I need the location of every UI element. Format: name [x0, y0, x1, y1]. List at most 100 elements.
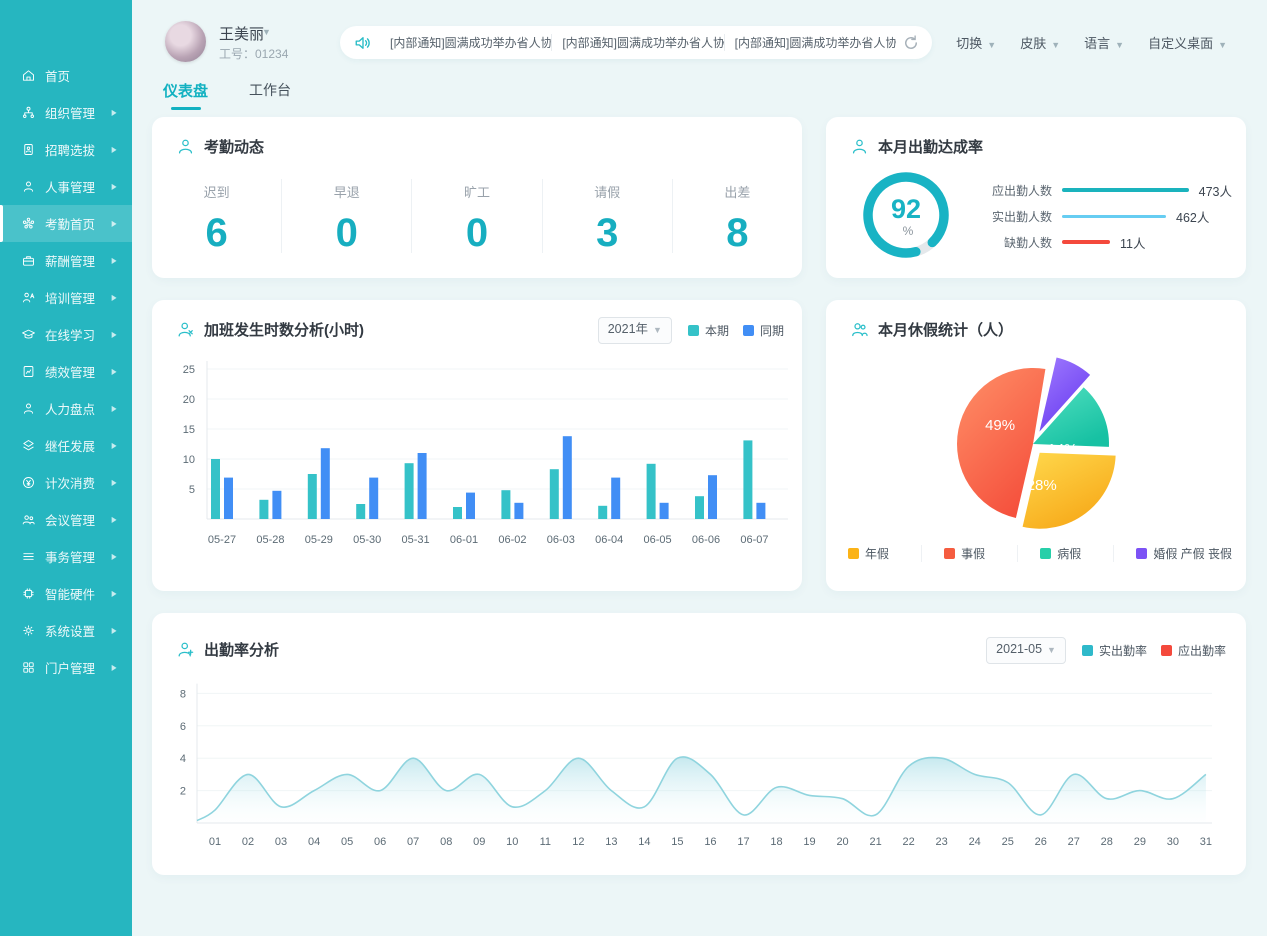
attendance-gauge-chart: 92%	[858, 167, 954, 263]
user-icon	[850, 137, 869, 156]
chevron-right-icon: ▶	[112, 626, 117, 635]
sidebar-item-label: 组织管理	[45, 103, 95, 122]
sidebar-item-11[interactable]: 继任发展▶	[0, 427, 132, 464]
rate-bar	[1062, 240, 1110, 244]
notice-item-3[interactable]: [内部通知]圆满成功举办省人协会员...	[724, 34, 896, 51]
chevron-down-icon: ▼	[1218, 40, 1227, 50]
legend-2[interactable]: 事假	[921, 545, 1017, 562]
svg-text:28: 28	[1101, 836, 1113, 848]
legend-实出勤率[interactable]: 实出勤率	[1082, 642, 1147, 659]
chevron-down-icon: ▼	[1051, 40, 1060, 50]
svg-text:05-28: 05-28	[256, 534, 284, 546]
sidebar-item-14[interactable]: 事务管理 ▶	[0, 538, 132, 575]
sidebar-item-9[interactable]: 绩效管理▶	[0, 353, 132, 390]
sidebar-item-4[interactable]: 人事管理 ▶	[0, 168, 132, 205]
sidebar-item-label: 薪酬管理	[45, 251, 95, 270]
chevron-right-icon: ▶	[112, 182, 117, 191]
chevron-right-icon: ▶	[112, 552, 117, 561]
rate-row-3: 缺勤人数 11人	[986, 229, 1232, 255]
header-menu-4[interactable]: 自定义桌面▼	[1148, 33, 1227, 52]
performance-icon	[21, 364, 36, 379]
tab-dashboard[interactable]: 仪表盘	[163, 80, 208, 110]
sidebar-item-label: 事务管理	[45, 547, 95, 566]
sidebar-item-15[interactable]: 智能硬件 ▶	[0, 575, 132, 612]
card-title: 本月休假统计（人）	[850, 319, 1013, 340]
home-icon	[21, 68, 36, 83]
user-id: 工号：01234	[219, 45, 288, 62]
sidebar-item-12[interactable]: 计次消费▶	[0, 464, 132, 501]
rate-bar	[1062, 215, 1166, 218]
gear-icon	[21, 623, 36, 638]
users-icon	[850, 320, 869, 339]
stat-label: 请假	[543, 182, 672, 201]
sidebar-item-10[interactable]: 人力盘点▶	[0, 390, 132, 427]
header-menu-2[interactable]: 皮肤▼	[1020, 33, 1060, 52]
chevron-down-icon: ▼	[1047, 645, 1056, 655]
chip-icon	[21, 586, 36, 601]
card-title-text: 本月休假统计（人）	[878, 319, 1013, 340]
svg-text:05-30: 05-30	[353, 534, 381, 546]
chevron-down-icon: ▼	[1115, 40, 1124, 50]
legend-3[interactable]: 病假	[1017, 545, 1113, 562]
sidebar-item-8[interactable]: 在线学习▶	[0, 316, 132, 353]
svg-text:06-02: 06-02	[498, 534, 526, 546]
sidebar-item-1[interactable]: 首页	[0, 57, 132, 94]
card-title: 考勤动态	[176, 136, 264, 157]
year-select[interactable]: 2021年▼	[598, 317, 672, 344]
svg-text:15: 15	[671, 836, 683, 848]
sidebar-item-2[interactable]: 组织管理▶	[0, 94, 132, 131]
svg-text:15: 15	[183, 424, 195, 436]
meeting-icon	[21, 512, 36, 527]
sidebar-item-16[interactable]: 系统设置▶	[0, 612, 132, 649]
card-title: 加班发生时数分析(小时)	[176, 319, 364, 340]
attendance-area-chart: 2468010203040506070809101112131415161718…	[152, 671, 1246, 871]
svg-text:13: 13	[605, 836, 617, 848]
legend-本期[interactable]: 本期	[688, 322, 729, 339]
sidebar-item-17[interactable]: 门户管理▶	[0, 649, 132, 686]
sidebar-item-label: 智能硬件	[45, 584, 95, 603]
sidebar-item-label: 首页	[45, 66, 70, 85]
chevron-right-icon: ▶	[112, 663, 117, 672]
legend-应出勤率[interactable]: 应出勤率	[1161, 642, 1226, 659]
chevron-right-icon: ▶	[112, 404, 117, 413]
legend-4[interactable]: 婚假 产假 丧假	[1113, 545, 1232, 562]
sidebar-item-label: 人事管理	[45, 177, 95, 196]
sidebar-item-13[interactable]: 会议管理 ▶	[0, 501, 132, 538]
legend-同期[interactable]: 同期	[743, 322, 784, 339]
stat-label: 早退	[282, 182, 411, 201]
sidebar-item-7[interactable]: 培训管理▶	[0, 279, 132, 316]
chevron-right-icon: ▶	[112, 515, 117, 524]
refresh-icon[interactable]	[902, 34, 920, 52]
avatar[interactable]	[165, 21, 206, 62]
svg-text:06-01: 06-01	[450, 534, 478, 546]
card-title-text: 出勤率分析	[204, 639, 279, 660]
legend-1[interactable]: 年假	[840, 545, 921, 562]
stat-value: 0	[412, 213, 541, 253]
svg-text:29: 29	[1134, 836, 1146, 848]
header-menu-3[interactable]: 语言▼	[1084, 33, 1124, 52]
layers-icon	[21, 438, 36, 453]
notice-item-2[interactable]: [内部通知]圆满成功举办省人协会员...	[551, 34, 723, 51]
header-menu-1[interactable]: 切换▼	[956, 33, 996, 52]
svg-text:07: 07	[407, 836, 419, 848]
svg-text:25: 25	[183, 364, 195, 376]
sidebar-item-5[interactable]: 考勤首页▶	[0, 205, 132, 242]
coin-icon	[21, 475, 36, 490]
user-icon	[176, 137, 195, 156]
sidebar-item-label: 会议管理	[45, 510, 95, 529]
rate-label: 应出勤人数	[986, 182, 1052, 199]
tab-workbench[interactable]: 工作台	[249, 80, 291, 110]
briefcase-icon	[21, 253, 36, 268]
svg-text:20: 20	[183, 394, 195, 406]
rate-row-1: 应出勤人数 473人	[986, 177, 1232, 203]
sidebar-item-3[interactable]: 招聘选拔▶	[0, 131, 132, 168]
sidebar-item-6[interactable]: 薪酬管理▶	[0, 242, 132, 279]
chevron-right-icon: ▶	[112, 589, 117, 598]
user-menu-caret-icon[interactable]: ▼	[262, 27, 271, 37]
overtime-bar-chart: 51015202505-2705-2805-2905-3005-3106-010…	[152, 358, 802, 588]
svg-text:2: 2	[180, 786, 186, 798]
tab-bar: 仪表盘 工作台	[163, 80, 291, 110]
notice-item-1[interactable]: [内部通知]圆满成功举办省人协会员...	[380, 34, 551, 51]
month-select[interactable]: 2021-05▼	[986, 637, 1066, 664]
svg-text:25: 25	[1002, 836, 1014, 848]
